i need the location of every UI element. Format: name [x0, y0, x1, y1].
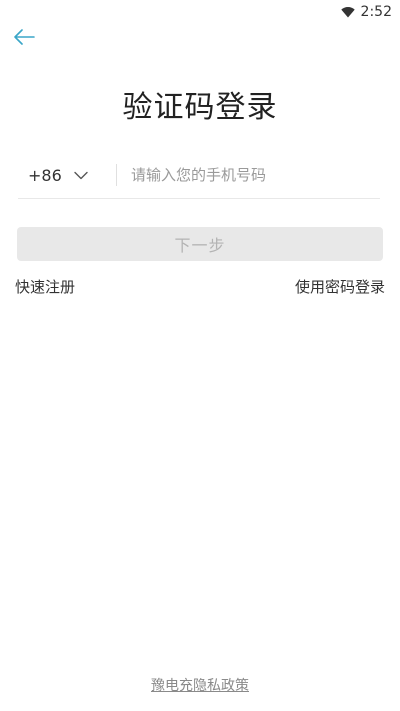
chevron-down-icon [74, 171, 88, 180]
auth-links: 快速注册 使用密码登录 [15, 276, 385, 297]
privacy-policy-link[interactable]: 豫电充隐私政策 [151, 678, 249, 694]
back-button[interactable] [10, 26, 38, 52]
country-code-selector[interactable]: +86 [18, 163, 106, 187]
arrow-left-icon [13, 29, 35, 49]
quick-register-link[interactable]: 快速注册 [15, 276, 75, 297]
privacy-policy: 豫电充隐私政策 [0, 675, 400, 695]
next-step-button[interactable]: 下一步 [17, 227, 383, 261]
page-title: 验证码登录 [122, 90, 278, 125]
country-code: +86 [28, 165, 62, 185]
phone-number-input[interactable] [131, 163, 380, 187]
login-screen: 2:52 验证码登录 +86 下一步 快速注册 使用密码登录 豫电充隐私政策 [0, 0, 400, 711]
status-bar: 2:52 [0, 0, 400, 24]
password-login-link[interactable]: 使用密码登录 [295, 276, 385, 297]
input-divider [116, 164, 117, 186]
status-time: 2:52 [360, 4, 392, 20]
phone-input-row: +86 [18, 152, 380, 199]
wifi-icon [340, 6, 355, 18]
